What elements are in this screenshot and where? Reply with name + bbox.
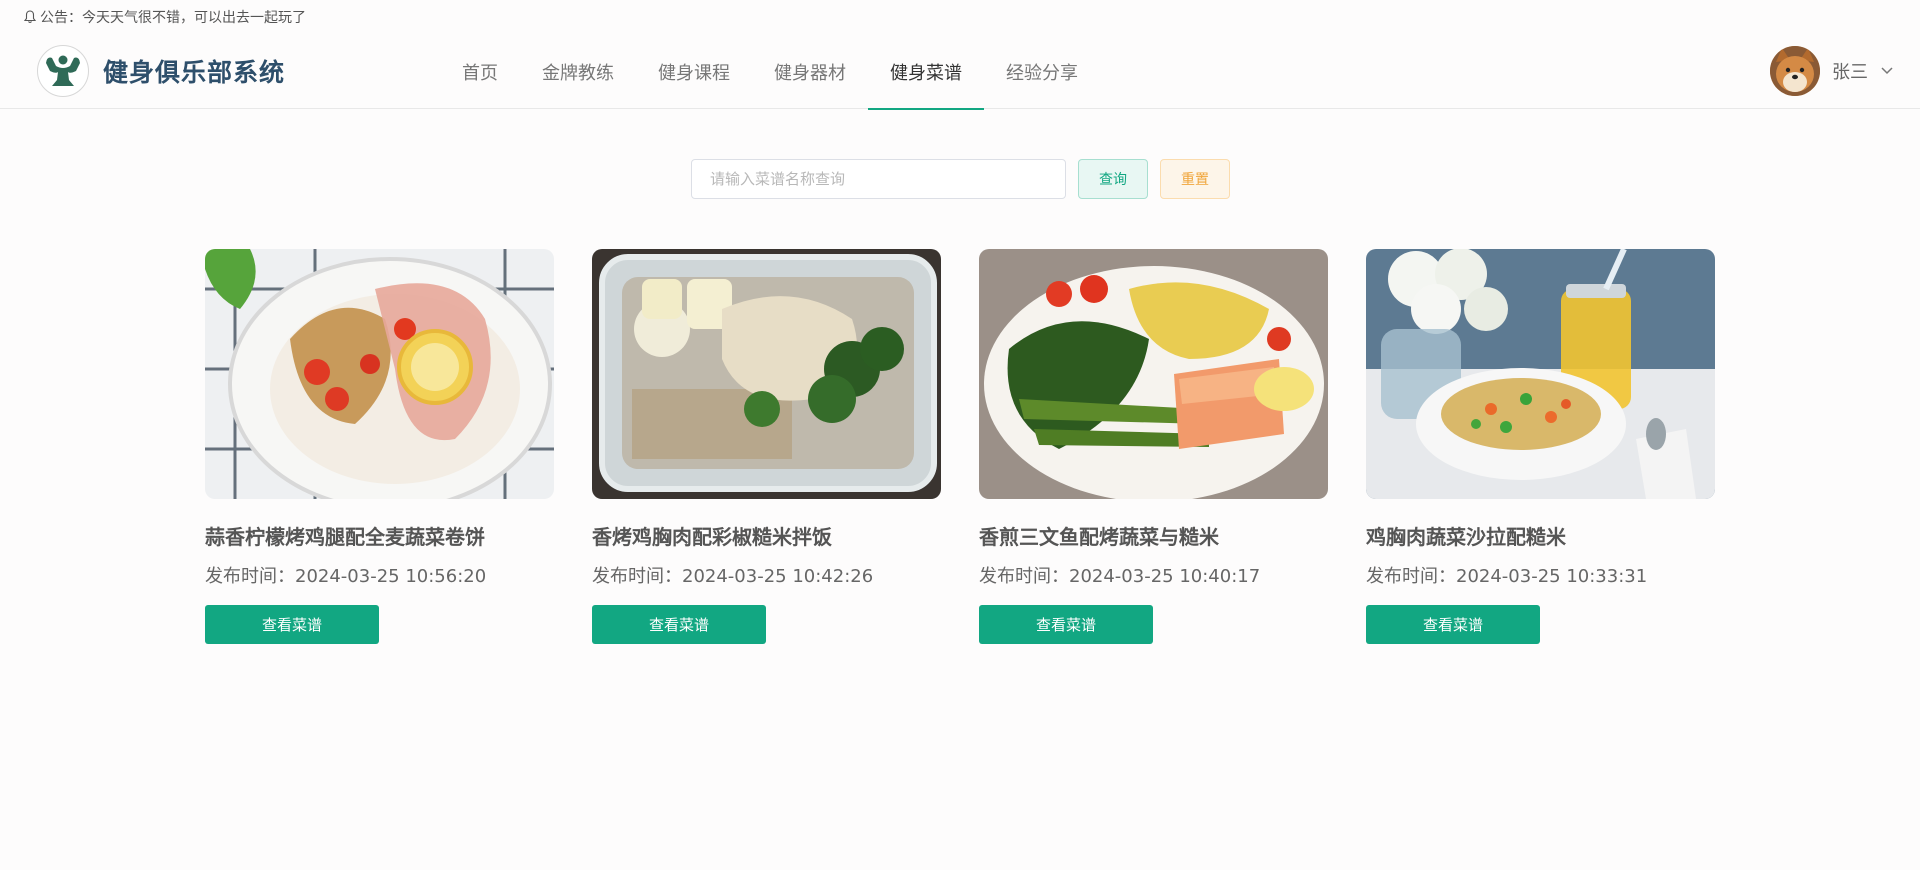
- user-name[interactable]: 张三: [1832, 58, 1868, 84]
- view-recipe-button[interactable]: 查看菜谱: [979, 605, 1153, 644]
- view-recipe-button[interactable]: 查看菜谱: [1366, 605, 1540, 644]
- recipe-card: 鸡胸肉蔬菜沙拉配糙米 发布时间：2024-03-25 10:33:31 查看菜谱: [1366, 249, 1715, 644]
- notice-text: 公告：今天天气很不错，可以出去一起玩了: [40, 10, 306, 26]
- recipe-image-chicken-salad[interactable]: [1366, 249, 1715, 499]
- main-nav: 首页 金牌教练 健身课程 健身器材 健身菜谱 经验分享: [440, 34, 1100, 110]
- view-recipe-button[interactable]: 查看菜谱: [205, 605, 379, 644]
- recipe-image-lemon-chicken[interactable]: [205, 249, 554, 499]
- shiba-dog-avatar[interactable]: [1770, 46, 1820, 96]
- recipe-time: 发布时间：2024-03-25 10:33:31: [1366, 566, 1648, 587]
- recipe-time: 发布时间：2024-03-25 10:56:20: [205, 566, 487, 587]
- top-header: 健身俱乐部系统 首页 金牌教练 健身课程 健身器材 健身菜谱 经验分享 张三: [0, 34, 1920, 110]
- recipe-title[interactable]: 鸡胸肉蔬菜沙拉配糙米: [1366, 521, 1715, 550]
- recipe-title[interactable]: 香煎三文鱼配烤蔬菜与糙米: [979, 521, 1328, 550]
- recipe-card: 蒜香柠檬烤鸡腿配全麦蔬菜卷饼 发布时间：2024-03-25 10:56:20 …: [205, 249, 554, 644]
- nav-experience[interactable]: 经验分享: [984, 34, 1100, 109]
- notice-bar: 公告：今天天气很不错，可以出去一起玩了: [24, 8, 306, 26]
- site-title: 健身俱乐部系统: [103, 58, 286, 87]
- muscle-logo-icon: [37, 45, 89, 97]
- query-button[interactable]: 查询: [1078, 159, 1148, 199]
- reset-button[interactable]: 重置: [1160, 159, 1230, 199]
- recipe-card: 香烤鸡胸肉配彩椒糙米拌饭 发布时间：2024-03-25 10:42:26 查看…: [592, 249, 941, 644]
- nav-coaches[interactable]: 金牌教练: [520, 34, 636, 109]
- nav-home[interactable]: 首页: [440, 34, 520, 109]
- recipe-title[interactable]: 香烤鸡胸肉配彩椒糙米拌饭: [592, 521, 941, 550]
- chevron-down-icon[interactable]: [1880, 66, 1894, 76]
- recipe-list: 蒜香柠檬烤鸡腿配全麦蔬菜卷饼 发布时间：2024-03-25 10:56:20 …: [205, 249, 1715, 644]
- recipe-time: 发布时间：2024-03-25 10:42:26: [592, 566, 874, 587]
- recipe-image-chicken-rice-box[interactable]: [592, 249, 941, 499]
- bell-icon: [24, 10, 36, 24]
- recipe-search-input[interactable]: [691, 159, 1066, 199]
- nav-courses[interactable]: 健身课程: [636, 34, 752, 109]
- recipe-card: 香煎三文鱼配烤蔬菜与糙米 发布时间：2024-03-25 10:40:17 查看…: [979, 249, 1328, 644]
- nav-recipes[interactable]: 健身菜谱: [868, 34, 984, 110]
- nav-equipment[interactable]: 健身器材: [752, 34, 868, 109]
- search-bar: 查询 重置: [691, 159, 1230, 199]
- recipe-time: 发布时间：2024-03-25 10:40:17: [979, 566, 1261, 587]
- user-menu[interactable]: 张三: [1770, 46, 1894, 96]
- brand[interactable]: 健身俱乐部系统: [37, 45, 285, 97]
- recipe-title[interactable]: 蒜香柠檬烤鸡腿配全麦蔬菜卷饼: [205, 521, 554, 550]
- recipe-image-salmon-plate[interactable]: [979, 249, 1328, 499]
- view-recipe-button[interactable]: 查看菜谱: [592, 605, 766, 644]
